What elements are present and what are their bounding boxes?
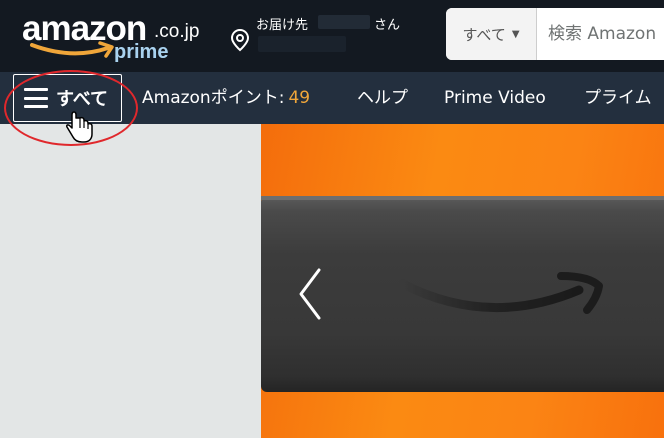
device-edge — [261, 196, 664, 200]
points-value: 49 — [288, 88, 311, 108]
search-bar: すべて ▼ — [446, 8, 664, 60]
deliver-address-redacted — [258, 36, 346, 52]
location-pin-icon — [230, 28, 250, 52]
logo-domain: .co.jp — [154, 21, 200, 42]
nav-link-points[interactable]: Amazonポイント: 49 — [142, 72, 310, 124]
amazon-prime-logo[interactable]: amazon .co.jp prime — [20, 8, 210, 64]
all-menu-label: すべて — [56, 89, 109, 110]
caret-down-icon: ▼ — [511, 28, 520, 40]
search-input[interactable] — [538, 8, 664, 60]
top-header: amazon .co.jp prime お届け先 さん すべて ▼ — [0, 0, 664, 72]
hero-banner[interactable] — [261, 124, 664, 438]
left-panel — [0, 124, 261, 438]
deliver-name-redacted — [318, 15, 370, 29]
points-label: Amazonポイント: — [142, 88, 285, 108]
logo-prime: prime — [114, 41, 169, 63]
chevron-left-icon[interactable] — [289, 262, 333, 326]
search-category-label: すべて — [462, 25, 506, 44]
nav-link-prime[interactable]: プライム — [584, 72, 652, 124]
hand-cursor-icon — [66, 111, 93, 143]
deliver-to[interactable]: お届け先 さん — [230, 12, 410, 60]
hamburger-menu-icon — [24, 88, 48, 108]
amazon-smile-icon — [399, 272, 603, 314]
nav-link-help[interactable]: ヘルプ — [357, 72, 408, 124]
nav-link-prime-video[interactable]: Prime Video — [444, 72, 546, 124]
deliver-to-suffix: さん — [374, 18, 401, 33]
search-category-dropdown[interactable]: すべて ▼ — [446, 8, 537, 60]
main-nav-bar: すべて Amazonポイント: 49 ヘルプ Prime Video プライム — [0, 72, 664, 124]
smile-arrow-icon — [30, 41, 114, 58]
deliver-to-label: お届け先 — [256, 18, 309, 33]
